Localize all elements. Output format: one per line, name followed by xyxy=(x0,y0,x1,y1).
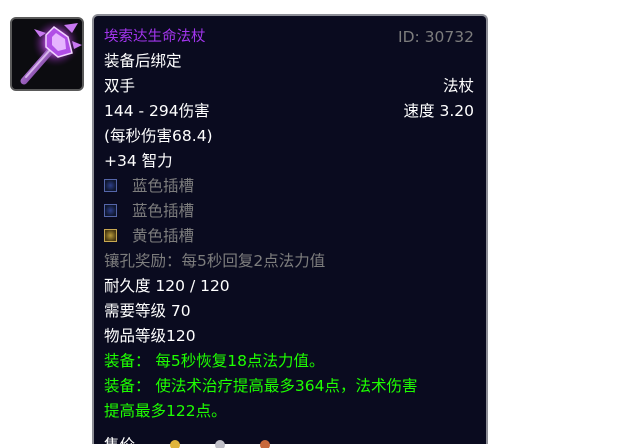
socket-label: 蓝色插槽 xyxy=(132,202,195,220)
item-level: 物品等级120 xyxy=(104,327,196,345)
hand-type: 双手 xyxy=(104,77,136,95)
dps-line: (每秒伤害68.4) xyxy=(104,127,213,145)
required-level: 需要等级 70 xyxy=(104,302,191,320)
copper-coin-icon xyxy=(259,436,270,448)
item-icon-frame[interactable] xyxy=(10,17,84,91)
socket-bonus: 镶孔奖励：每5秒回复2点法力值 xyxy=(104,252,326,270)
equip-effect-spell-cont: 提高最多122点。 xyxy=(104,402,227,420)
durability: 耐久度 120 / 120 xyxy=(104,277,230,295)
equip-effect-spell: 装备： 使法术治疗提高最多364点，法术伤害 xyxy=(104,377,418,395)
blue-socket-icon xyxy=(104,204,117,217)
blue-socket-icon xyxy=(104,179,117,192)
yellow-socket-icon xyxy=(104,229,117,242)
item-name: 埃索达生命法杖 xyxy=(104,29,206,45)
damage-range: 144 - 294伤害 xyxy=(104,102,210,120)
wand-staff-icon xyxy=(12,19,82,89)
item-tooltip: 埃索达生命法杖 ID: 30732 装备后绑定 双手 法杖 144 - 294伤… xyxy=(92,14,488,448)
stat-intellect: +34 智力 xyxy=(104,152,173,170)
socket-row: 蓝色插槽 xyxy=(104,200,474,222)
equip-effect-mana: 装备： 每5秒恢复18点法力值。 xyxy=(104,352,325,370)
slot-row: 双手 法杖 xyxy=(104,75,474,97)
item-id: ID: 30732 xyxy=(398,28,474,46)
sell-price-label: 售价 xyxy=(104,436,136,448)
silver-coin-icon xyxy=(214,436,225,448)
socket-label: 黄色插槽 xyxy=(132,227,195,245)
socket-label: 蓝色插槽 xyxy=(132,177,195,195)
weapon-type: 法杖 xyxy=(442,77,474,95)
weapon-speed: 速度 3.20 xyxy=(403,102,474,120)
damage-row: 144 - 294伤害 速度 3.20 xyxy=(104,100,474,122)
bind-type: 装备后绑定 xyxy=(104,52,182,70)
socket-row: 蓝色插槽 xyxy=(104,175,474,197)
socket-row: 黄色插槽 xyxy=(104,225,474,247)
item-name-row: 埃索达生命法杖 ID: 30732 xyxy=(104,26,474,48)
gold-coin-icon xyxy=(169,436,180,448)
sell-price-row: 售价 xyxy=(104,434,474,448)
